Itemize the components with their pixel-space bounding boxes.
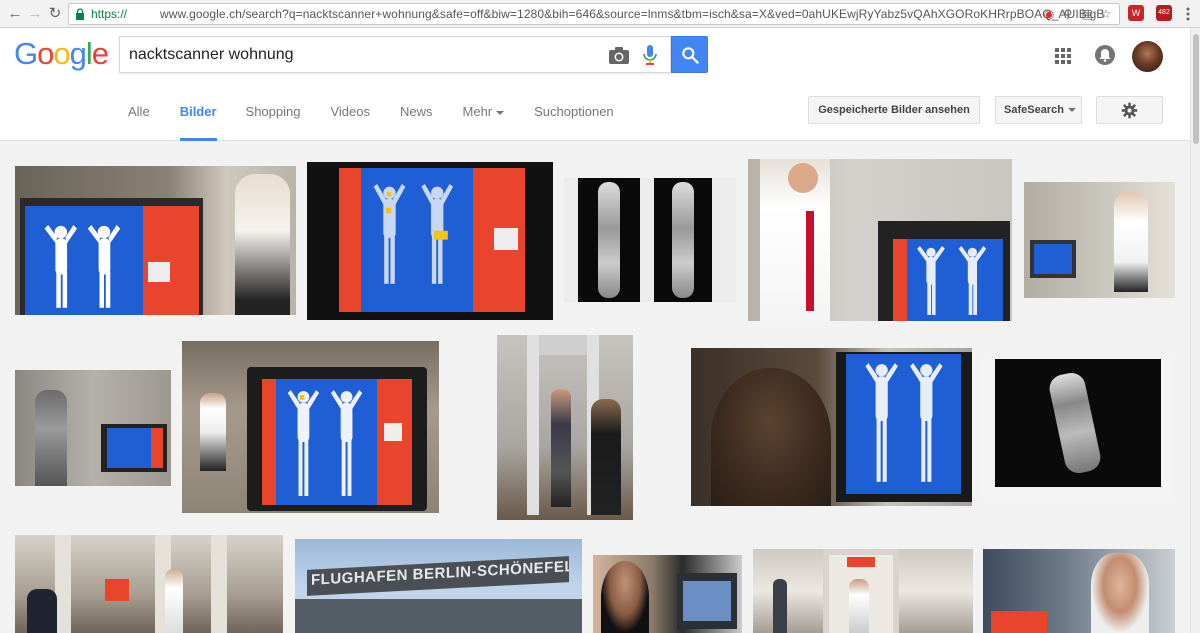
safesearch-button[interactable]: SafeSearch — [995, 96, 1082, 124]
image-result[interactable] — [983, 355, 1175, 497]
star-icon[interactable]: ☆ — [1099, 7, 1113, 21]
tab-suchoptionen[interactable]: Suchoptionen — [534, 98, 614, 141]
chevron-down-icon — [496, 110, 505, 115]
search-header: Google nacktscanner wohnung Alle Bilder … — [0, 28, 1190, 141]
search-icon — [682, 47, 699, 64]
google-logo[interactable]: Google — [14, 36, 109, 72]
address-bar[interactable]: https:// www.google.ch/search?q=nacktsca… — [68, 3, 1120, 25]
tab-bilder[interactable]: Bilder — [179, 98, 217, 141]
search-input[interactable]: nacktscanner wohnung — [129, 46, 294, 64]
image-result[interactable] — [307, 162, 553, 320]
lock-icon — [76, 8, 84, 20]
browser-toolbar: ← → ↻ https:// www.google.ch/search?q=na… — [0, 0, 1200, 28]
tab-news[interactable]: News — [400, 98, 433, 141]
url-scheme: https:// — [91, 7, 128, 21]
reload-icon[interactable]: ↻ — [46, 5, 64, 23]
tab-videos[interactable]: Videos — [330, 98, 370, 141]
search-tabs: Alle Bilder Shopping Videos News Mehr Su… — [128, 98, 644, 141]
extension-shield-icon[interactable]: W — [1128, 5, 1144, 21]
image-result[interactable] — [564, 178, 736, 302]
image-result[interactable] — [753, 549, 973, 633]
blocked-icon[interactable]: ◉ — [1042, 7, 1056, 21]
tab-mehr[interactable]: Mehr — [463, 98, 505, 141]
search-button[interactable] — [671, 36, 708, 73]
back-icon[interactable]: ← — [6, 5, 24, 23]
image-result[interactable] — [748, 159, 1012, 321]
extension-badge-icon[interactable]: 482 — [1156, 5, 1172, 21]
gear-icon — [1121, 102, 1138, 119]
avatar[interactable] — [1132, 41, 1163, 72]
browser-menu-icon[interactable] — [1186, 6, 1190, 22]
logo-letter: g — [69, 36, 87, 71]
page-scrollbar[interactable] — [1190, 28, 1200, 633]
image-result[interactable] — [497, 335, 633, 520]
image-result[interactable] — [593, 555, 742, 633]
image-result[interactable]: FLUGHAFEN BERLIN-SCHÖNEFELD — [295, 539, 582, 633]
tab-shopping[interactable]: Shopping — [246, 98, 301, 141]
logo-letter: o — [37, 36, 54, 71]
scrollbar-thumb[interactable] — [1193, 34, 1199, 144]
tab-alle[interactable]: Alle — [128, 98, 150, 141]
image-result[interactable] — [15, 166, 296, 315]
logo-letter: G — [14, 36, 38, 71]
logo-letter: o — [53, 36, 70, 71]
image-result[interactable] — [15, 370, 171, 486]
notifications-bell-icon[interactable] — [1095, 45, 1115, 65]
forward-icon[interactable]: → — [26, 5, 44, 23]
translate-icon[interactable]: ▤ — [1080, 7, 1094, 21]
image-result[interactable] — [182, 341, 439, 513]
search-box[interactable]: nacktscanner wohnung — [119, 36, 671, 73]
settings-button[interactable] — [1096, 96, 1163, 124]
chevron-down-icon — [1067, 108, 1076, 113]
image-result[interactable] — [1024, 182, 1175, 298]
image-result[interactable] — [983, 549, 1175, 633]
camera-icon[interactable] — [608, 45, 630, 65]
microphone-icon[interactable] — [642, 44, 658, 66]
url-text: www.google.ch/search?q=nacktscanner+wohn… — [160, 7, 1105, 21]
saved-images-button[interactable]: Gespeicherte Bilder ansehen — [808, 96, 980, 124]
image-result[interactable] — [691, 348, 972, 506]
image-result[interactable] — [15, 535, 283, 633]
zoom-icon[interactable]: ⚲ — [1061, 7, 1075, 21]
apps-grid-icon[interactable] — [1055, 48, 1071, 64]
logo-letter: e — [91, 36, 109, 71]
